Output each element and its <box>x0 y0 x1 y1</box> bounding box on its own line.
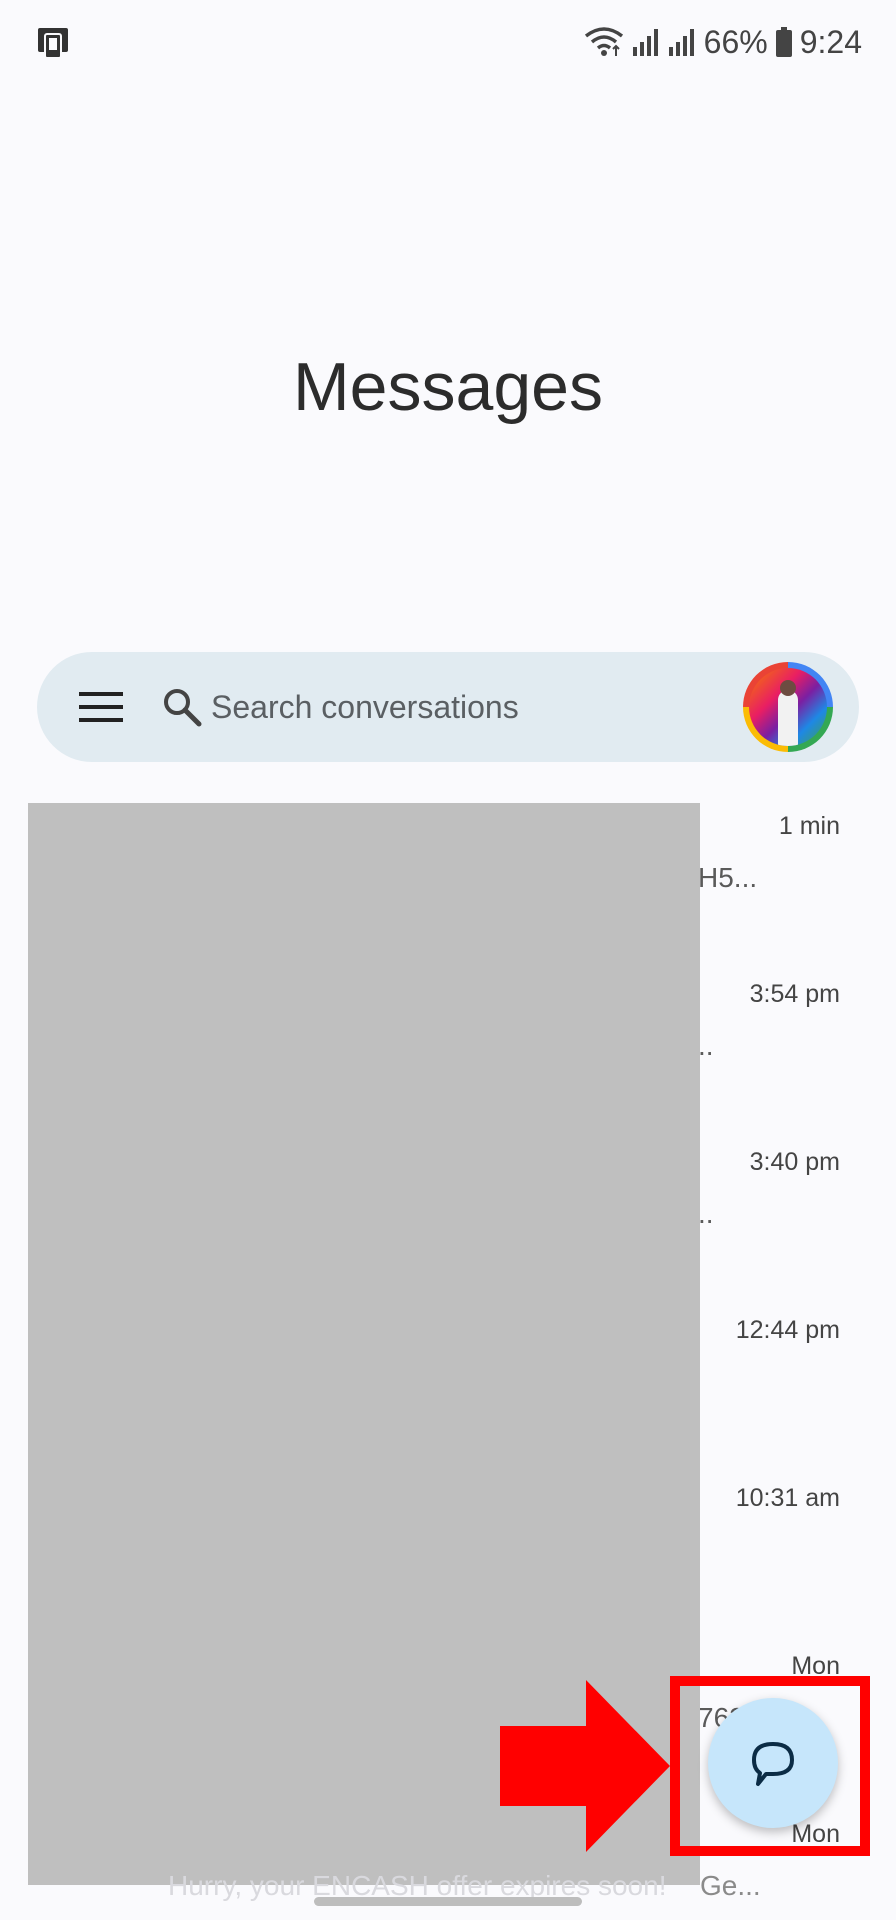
annotation-highlight-box <box>670 1676 870 1856</box>
avatar-figure-head <box>780 680 796 696</box>
battery-icon <box>775 27 792 57</box>
battery-percent: 66% <box>703 23 768 60</box>
conversation-time: 3:54 pm <box>749 980 840 1008</box>
conversation-time: 1 min <box>778 812 840 840</box>
clock: 9:24 <box>799 23 862 60</box>
annotation-arrow <box>500 1680 670 1852</box>
conversation-snippet: .. <box>698 1030 714 1061</box>
conversation-time: 3:40 pm <box>749 1148 840 1176</box>
search-bar[interactable]: Search conversations <box>37 652 859 762</box>
hamburger-menu-icon[interactable] <box>79 688 123 726</box>
status-bar: 66% 9:24 <box>0 0 896 84</box>
status-icons: 66% 9:24 <box>584 18 862 66</box>
messages-screen: 66% 9:24 Messages Search conversations 1… <box>0 0 896 1920</box>
conversation-time: 12:44 pm <box>735 1316 840 1344</box>
conversation-snippet: .. <box>698 1198 714 1229</box>
phone-sync-icon <box>38 28 68 59</box>
conversation-snippet: H5... <box>698 862 758 893</box>
avatar-photo <box>749 668 827 746</box>
signal-icon <box>668 29 694 56</box>
page-title: Messages <box>293 349 603 425</box>
avatar-figure <box>778 690 798 746</box>
partial-message-preview-end: Ge... <box>700 1870 761 1901</box>
search-icon <box>164 689 202 727</box>
gesture-nav-handle[interactable] <box>314 1897 582 1906</box>
search-input[interactable]: Search conversations <box>211 682 519 732</box>
signal-icon <box>632 29 658 56</box>
wifi-icon <box>584 27 623 56</box>
conversation-time: 10:31 am <box>735 1484 840 1512</box>
avatar[interactable] <box>743 662 833 752</box>
